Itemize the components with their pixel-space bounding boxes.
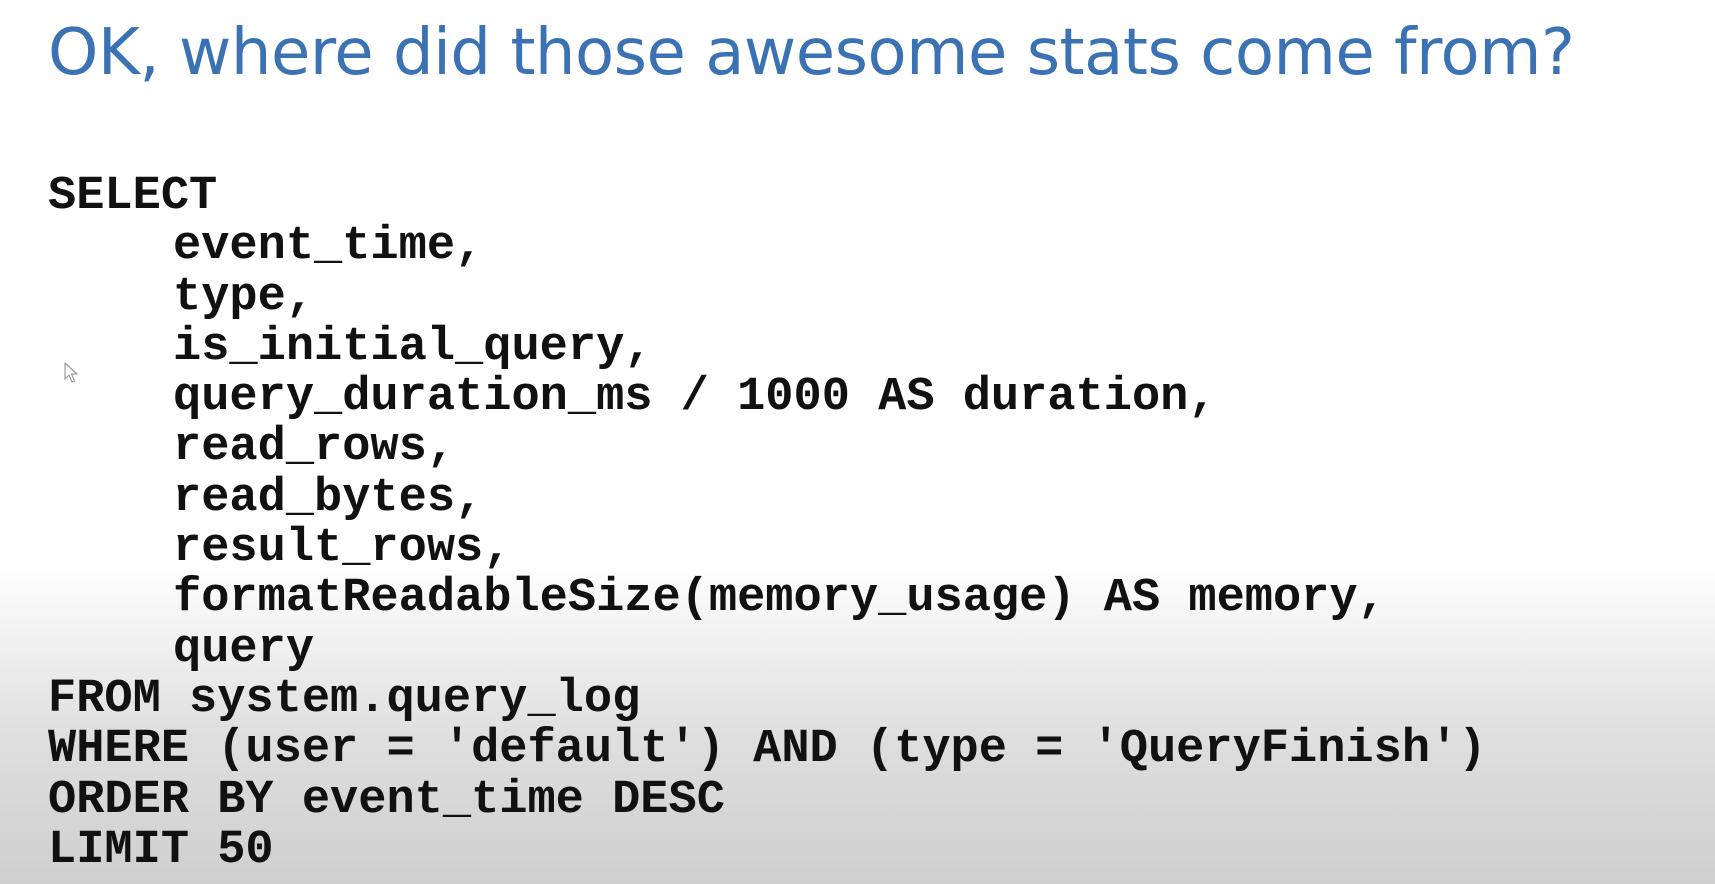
code-line-type: type, [173,270,315,324]
code-line-where: WHERE (user = 'default') AND (type = 'Qu… [48,723,1487,777]
code-line-limit: LIMIT 50 [48,823,274,877]
code-line-memory: formatReadableSize(memory_usage) AS memo… [173,572,1386,626]
code-line-event-time: event_time, [173,220,484,274]
code-line-order-by: ORDER BY event_time DESC [48,773,725,827]
code-line-query: query [173,622,315,676]
sql-code-block: SELECT event_time, type, is_initial_quer… [48,170,1487,877]
code-line-read-rows: read_rows, [173,421,456,475]
code-line-select: SELECT [48,170,218,223]
code-line-result-rows: result_rows, [173,522,512,576]
code-line-query-duration: query_duration_ms / 1000 AS duration, [173,371,1217,425]
slide-title: OK, where did those awesome stats come f… [48,16,1575,90]
code-line-is-initial-query: is_initial_query, [173,320,653,374]
code-line-read-bytes: read_bytes, [173,471,484,525]
mouse-pointer-icon [64,362,78,383]
code-line-from: FROM system.query_log [48,672,641,726]
